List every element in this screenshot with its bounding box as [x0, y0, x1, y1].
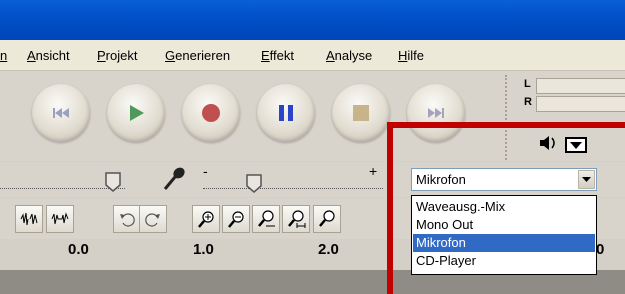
trim-outside-button[interactable] — [15, 205, 43, 233]
zoom-out-button[interactable] — [222, 205, 250, 233]
stop-button[interactable] — [332, 84, 390, 142]
undo-icon — [120, 213, 135, 227]
record-icon — [202, 104, 220, 122]
play-button[interactable] — [107, 84, 165, 142]
meter-left-bar — [536, 78, 625, 94]
zoom-toggle-icon — [319, 210, 335, 227]
menu-item-truncated[interactable]: n — [0, 48, 7, 63]
fit-project-button[interactable] — [282, 205, 310, 233]
output-volume-thumb[interactable] — [103, 170, 123, 194]
ruler-label-1: 1.0 — [193, 241, 214, 258]
menu-item-ansicht[interactable]: Ansicht — [27, 48, 70, 63]
meter-right-bar — [536, 96, 625, 112]
annotation-highlight-box — [387, 122, 625, 294]
fit-selection-button[interactable] — [252, 205, 280, 233]
zoom-fit-selection-icon — [258, 210, 275, 227]
redo-button[interactable] — [139, 205, 167, 233]
menu-item-analyse[interactable]: Analyse — [326, 48, 372, 63]
menu-item-projekt[interactable]: Projekt — [97, 48, 137, 63]
zoom-toggle-button[interactable] — [313, 205, 341, 233]
skip-to-start-button[interactable] — [32, 84, 90, 142]
stop-icon — [353, 105, 369, 121]
zoom-out-icon — [228, 211, 244, 228]
pause-icon — [279, 105, 293, 121]
silence-button[interactable] — [46, 205, 74, 233]
menu-item-effekt[interactable]: Effekt — [261, 48, 294, 63]
undo-button[interactable] — [113, 205, 141, 233]
menu-item-hilfe[interactable]: Hilfe — [398, 48, 424, 63]
play-icon — [130, 105, 144, 121]
record-button[interactable] — [182, 84, 240, 142]
input-plus-label: + — [369, 163, 378, 179]
meter-right-label: R — [524, 96, 532, 108]
ruler-label-2: 2.0 — [318, 241, 339, 258]
microphone-icon — [163, 167, 185, 190]
input-minus-label: - — [203, 163, 208, 179]
meter-left-label: L — [524, 78, 531, 90]
silence-icon — [51, 212, 69, 225]
menu-bar: n Ansicht Projekt Generieren Effekt Anal… — [0, 40, 625, 71]
menu-item-generieren[interactable]: Generieren — [165, 48, 230, 63]
zoom-fit-project-icon — [288, 210, 306, 228]
pause-button[interactable] — [257, 84, 315, 142]
skip-start-icon — [53, 108, 69, 118]
level-meter: L R — [508, 75, 625, 129]
trim-icon — [20, 212, 38, 226]
ruler-label-0: 0.0 — [68, 241, 89, 258]
title-bar — [0, 0, 625, 40]
zoom-in-icon — [198, 211, 214, 228]
input-volume-track[interactable] — [203, 187, 383, 189]
redo-icon — [145, 213, 160, 227]
zoom-in-button[interactable] — [192, 205, 220, 233]
input-volume-thumb[interactable] — [244, 172, 264, 194]
